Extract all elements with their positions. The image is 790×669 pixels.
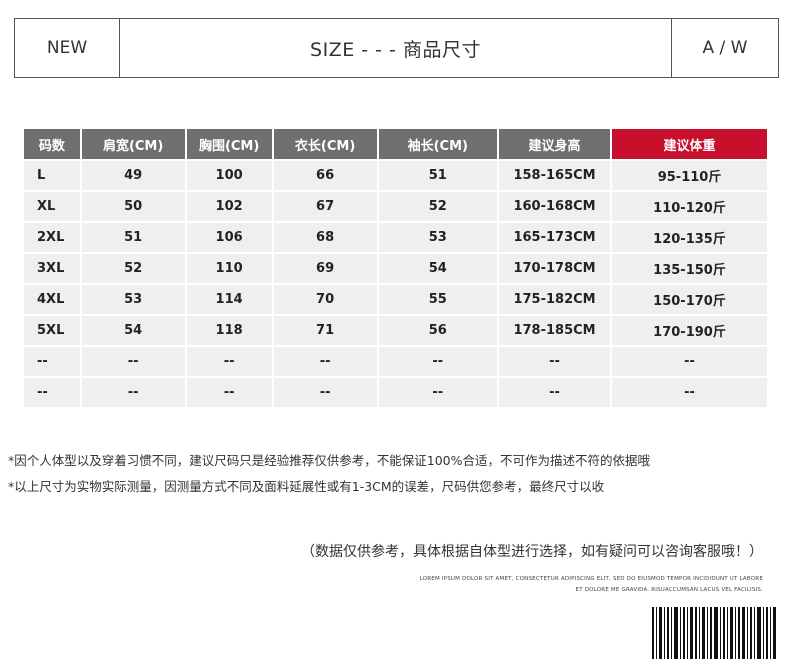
cell-weight: 110-120斤 [612,192,767,221]
cell-chest: 106 [186,223,272,252]
cell-sleeve: 52 [378,192,498,221]
column-header-height: 建议身高 [499,129,611,159]
cell-sleeve: 54 [378,254,498,283]
cell-weight: 95-110斤 [612,161,767,190]
cell-shoulder: 54 [81,316,185,345]
cell-shoulder: 50 [81,192,185,221]
cell-size: -- [24,378,80,407]
cell-length: 70 [273,285,377,314]
cell-weight: -- [612,347,767,376]
cell-weight: -- [612,378,767,407]
size-header: NEW SIZE - - - 商品尺寸 A / W [14,18,779,78]
table-row: 5XL 54 118 71 56 178-185CM 170-190斤 [24,316,767,345]
cell-sleeve: 55 [378,285,498,314]
cell-size: 5XL [24,316,80,345]
table-row: XL 50 102 67 52 160-168CM 110-120斤 [24,192,767,221]
table-row: L 49 100 66 51 158-165CM 95-110斤 [24,161,767,190]
cell-length: 67 [273,192,377,221]
cell-height: -- [499,347,611,376]
cell-size: -- [24,347,80,376]
cell-length: 66 [273,161,377,190]
column-header-length: 衣长(CM) [273,129,377,159]
disclaimer-note-2: *以上尺寸为实物实际测量，因测量方式不同及面料延展性或有1-3CM的误差，尺码供… [8,479,605,494]
lorem-line-2: ET DOLORE ME GRAVIDA. RISUACCUMSAN LACUS… [575,587,763,593]
cell-weight: 135-150斤 [612,254,767,283]
cell-length: 69 [273,254,377,283]
table-header-row: 码数 肩宽(CM) 胸围(CM) 衣长(CM) 袖长(CM) 建议身高 建议体重 [24,129,767,159]
cell-length: 71 [273,316,377,345]
cell-shoulder: 49 [81,161,185,190]
cell-chest: -- [186,347,272,376]
header-title: SIZE - - - 商品尺寸 [310,38,481,61]
reference-tagline: （数据仅供参考，具体根据自体型进行选择，如有疑问可以咨询客服哦！） [301,544,763,560]
header-season-label: A / W [671,19,778,77]
size-chart-table: 码数 肩宽(CM) 胸围(CM) 衣长(CM) 袖长(CM) 建议身高 建议体重… [22,127,769,409]
header-new-label: NEW [15,19,120,77]
column-header-sleeve: 袖长(CM) [378,129,498,159]
column-header-weight: 建议体重 [612,129,767,159]
cell-height: 170-178CM [499,254,611,283]
cell-size: XL [24,192,80,221]
table-row: 3XL 52 110 69 54 170-178CM 135-150斤 [24,254,767,283]
table-row: -- -- -- -- -- -- -- [24,378,767,407]
cell-weight: 170-190斤 [612,316,767,345]
cell-height: 165-173CM [499,223,611,252]
cell-sleeve: 53 [378,223,498,252]
cell-length: -- [273,347,377,376]
cell-length: -- [273,378,377,407]
table-row: -- -- -- -- -- -- -- [24,347,767,376]
cell-chest: 102 [186,192,272,221]
cell-chest: 114 [186,285,272,314]
cell-height: 160-168CM [499,192,611,221]
column-header-size: 码数 [24,129,80,159]
cell-sleeve: 56 [378,316,498,345]
cell-height: 178-185CM [499,316,611,345]
cell-chest: -- [186,378,272,407]
cell-length: 68 [273,223,377,252]
cell-chest: 100 [186,161,272,190]
cell-height: 158-165CM [499,161,611,190]
cell-size: 2XL [24,223,80,252]
table-row: 4XL 53 114 70 55 175-182CM 150-170斤 [24,285,767,314]
column-header-chest: 胸围(CM) [186,129,272,159]
table-row: 2XL 51 106 68 53 165-173CM 120-135斤 [24,223,767,252]
column-header-shoulder: 肩宽(CM) [81,129,185,159]
barcode-icon [652,607,776,659]
cell-weight: 120-135斤 [612,223,767,252]
cell-chest: 110 [186,254,272,283]
cell-shoulder: -- [81,347,185,376]
cell-chest: 118 [186,316,272,345]
cell-weight: 150-170斤 [612,285,767,314]
lorem-line-1: LOREM IPSUM DOLOR SIT AMET, CONSECTETUR … [419,576,763,582]
cell-sleeve: 51 [378,161,498,190]
cell-size: 3XL [24,254,80,283]
cell-sleeve: -- [378,347,498,376]
cell-shoulder: 51 [81,223,185,252]
disclaimer-note-1: *因个人体型以及穿着习惯不同，建议尺码只是经验推荐仅供参考，不能保证100%合适… [8,453,650,468]
cell-shoulder: -- [81,378,185,407]
cell-size: 4XL [24,285,80,314]
cell-size: L [24,161,80,190]
cell-height: -- [499,378,611,407]
cell-shoulder: 53 [81,285,185,314]
cell-height: 175-182CM [499,285,611,314]
cell-shoulder: 52 [81,254,185,283]
cell-sleeve: -- [378,378,498,407]
